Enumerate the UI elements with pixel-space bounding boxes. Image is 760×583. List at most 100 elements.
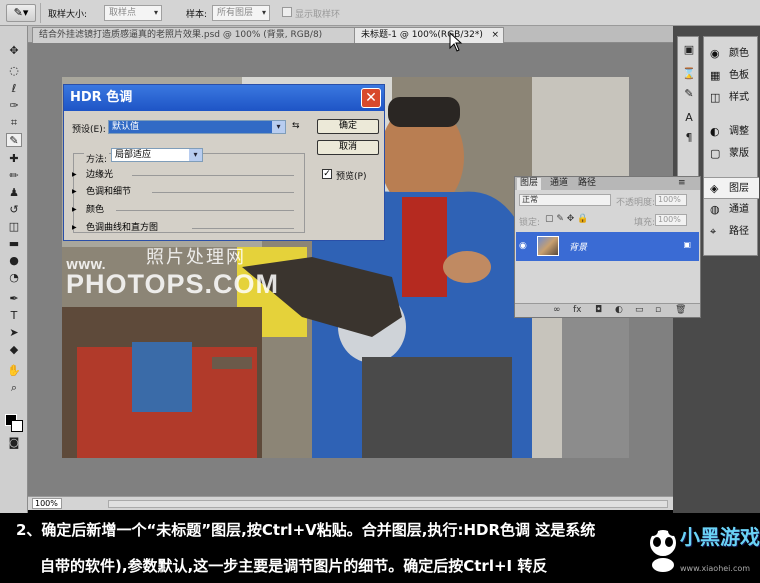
fx-icon[interactable]: fx: [573, 305, 582, 315]
channels-icon: ◍: [710, 203, 720, 216]
preview-checkbox[interactable]: ✓: [322, 169, 332, 179]
layer-name[interactable]: 背景: [569, 240, 587, 253]
panel-masks[interactable]: ▢ 蒙版: [704, 143, 759, 165]
section-tone-detail[interactable]: ▶ 色调和细节: [72, 186, 294, 198]
chevron-down-icon: ▾: [189, 149, 202, 161]
eye-icon[interactable]: ◉: [519, 241, 527, 251]
eyedropper-icon[interactable]: ✎▾: [6, 4, 36, 22]
expand-triangle-icon: ▶: [72, 224, 77, 231]
shape-tool-icon[interactable]: ◆: [6, 343, 22, 357]
sample-size-select[interactable]: 取样点 ▾: [104, 5, 162, 21]
sample-value: 所有图层: [217, 8, 254, 18]
paragraph-icon[interactable]: ¶: [681, 131, 697, 145]
show-ring-checkbox[interactable]: [282, 7, 292, 17]
panel-swatches[interactable]: ▦ 色板: [704, 65, 759, 87]
tab-layers[interactable]: 图层: [517, 178, 542, 190]
link-icon[interactable]: ∞: [553, 305, 561, 315]
fill-label: 填充:: [634, 218, 656, 228]
gradient-tool-icon[interactable]: ▬: [6, 237, 22, 251]
lock-icons[interactable]: ▢ ✎ ✥ 🔒: [545, 214, 588, 224]
adjust-icon: ◐: [710, 125, 720, 138]
blur-tool-icon[interactable]: ●: [6, 254, 22, 268]
cancel-button[interactable]: 取消: [317, 140, 379, 155]
fill-field[interactable]: 100%: [655, 214, 687, 226]
chevron-down-icon: ▾: [272, 121, 285, 133]
path-select-icon[interactable]: ➤: [6, 326, 22, 340]
brand-url: www.xiaohei.com: [680, 564, 751, 573]
caption-line-2: 自带的软件),参数默认,这一步主要是调节图片的细节。确定后按Ctrl+I 转反: [40, 557, 548, 575]
section-label: 颜色: [86, 205, 105, 215]
lock-label: 锁定:: [519, 218, 541, 228]
lasso-tool-icon[interactable]: ℓ: [6, 82, 22, 96]
divider: [152, 192, 294, 193]
marquee-tool-icon[interactable]: ◌: [6, 64, 22, 78]
divider: [40, 3, 41, 23]
zoom-field[interactable]: 100%: [32, 498, 62, 509]
method-select[interactable]: 局部适应 ▾: [111, 148, 203, 162]
new-layer-icon[interactable]: ▫: [655, 305, 661, 315]
close-icon[interactable]: ✕: [361, 88, 381, 108]
brush-preset-icon[interactable]: ✎: [681, 87, 697, 101]
panel-styles[interactable]: ◫ 样式: [704, 87, 759, 109]
eraser-tool-icon[interactable]: ◫: [6, 220, 22, 234]
section-label: 边缘光: [86, 170, 114, 180]
close-icon[interactable]: ×: [491, 28, 499, 43]
quick-mask-icon[interactable]: ◙: [6, 436, 22, 450]
brush-tool-icon[interactable]: ✏: [6, 169, 22, 183]
preview-label: 预览(P): [336, 172, 367, 182]
panel-paths[interactable]: ⌖ 路径: [704, 221, 759, 243]
hand-tool-icon[interactable]: ✋: [6, 364, 22, 378]
panel-color[interactable]: ◉ 颜色: [704, 43, 759, 65]
tab-document-1[interactable]: 结合外挂滤镜打造质感逼真的老照片效果.psd @ 100% (背景, RGB/8…: [32, 27, 378, 43]
section-curve-histogram[interactable]: ▶ 色调曲线和直方图: [72, 222, 294, 234]
tab-document-2[interactable]: 未标题-1 @ 100%(RGB/32*) ×: [354, 27, 504, 43]
divider: [116, 210, 294, 211]
chevron-down-icon: ▾: [261, 8, 266, 17]
horizontal-scrollbar[interactable]: [108, 500, 668, 508]
adjustment-layer-icon[interactable]: ◐: [615, 305, 623, 315]
character-icon[interactable]: A: [681, 111, 697, 125]
quick-select-tool-icon[interactable]: ✑: [6, 99, 22, 113]
mask-icon: ▢: [710, 147, 721, 160]
tab-channels[interactable]: 通道: [547, 178, 571, 190]
preset-menu-icon[interactable]: ⇆: [292, 121, 300, 131]
navigator-icon[interactable]: ▣: [681, 43, 697, 57]
ok-button[interactable]: 确定: [317, 119, 379, 134]
panel-layers[interactable]: ◈ 图层: [704, 177, 759, 199]
trash-icon[interactable]: 🗑: [675, 305, 686, 315]
crop-tool-icon[interactable]: ⌗: [6, 116, 22, 130]
divider: [192, 228, 294, 229]
history-brush-icon[interactable]: ↺: [6, 203, 22, 217]
history-icon[interactable]: ⌛: [681, 67, 697, 81]
healing-brush-icon[interactable]: ✚: [6, 152, 22, 166]
background-color[interactable]: [11, 420, 23, 432]
group-icon[interactable]: ▭: [635, 305, 644, 315]
icon-column: ▣ ⌛ ✎ A ¶: [677, 36, 699, 186]
type-tool-icon[interactable]: T: [6, 309, 22, 323]
layer-row[interactable]: ◉ 背景 ▣: [516, 232, 699, 261]
dodge-tool-icon[interactable]: ◔: [6, 271, 22, 285]
opacity-field[interactable]: 100%: [655, 194, 687, 206]
panel-adjustments[interactable]: ◐ 调整: [704, 121, 759, 143]
layers-panel: 图层 通道 路径 ≡ 正常 不透明度: 100% 锁定: ▢ ✎ ✥ 🔒 填充:…: [514, 176, 701, 318]
pen-tool-icon[interactable]: ✒: [6, 292, 22, 306]
panel-menu-icon[interactable]: ≡: [675, 178, 689, 190]
eyedropper-tool-icon[interactable]: ✎: [6, 133, 22, 147]
stamp-tool-icon[interactable]: ♟: [6, 186, 22, 200]
sample-select[interactable]: 所有图层 ▾: [212, 5, 270, 21]
dialog-title[interactable]: HDR 色调: [64, 85, 384, 111]
watermark-en: PHOTOPS.COM: [66, 269, 280, 299]
tab-label: 结合外挂滤镜打造质感逼真的老照片效果.psd @ 100% (背景, RGB/8…: [39, 30, 323, 40]
tools-panel: ✥ ◌ ℓ ✑ ⌗ ✎ ✚ ✏ ♟ ↺ ◫ ▬ ● ◔ ✒ T ➤ ◆ ✋ ⌕ …: [0, 26, 28, 513]
move-tool-icon[interactable]: ✥: [6, 44, 22, 58]
tab-paths[interactable]: 路径: [575, 178, 599, 190]
section-color[interactable]: ▶ 颜色: [72, 204, 294, 216]
section-edge-glow[interactable]: ▶ 边缘光: [72, 169, 294, 181]
panel-column: ◉ 颜色 ▦ 色板 ◫ 样式 ◐ 调整 ▢ 蒙版 ◈ 图层 ◍ 通道 ⌖ 路径: [703, 36, 759, 256]
zoom-tool-icon[interactable]: ⌕: [6, 381, 22, 395]
preset-select[interactable]: 默认值 ▾: [108, 120, 286, 134]
blend-mode-select[interactable]: 正常: [519, 194, 611, 206]
sample-label: 样本:: [186, 10, 208, 20]
panel-channels[interactable]: ◍ 通道: [704, 199, 759, 221]
add-mask-icon[interactable]: ◘: [595, 305, 602, 315]
